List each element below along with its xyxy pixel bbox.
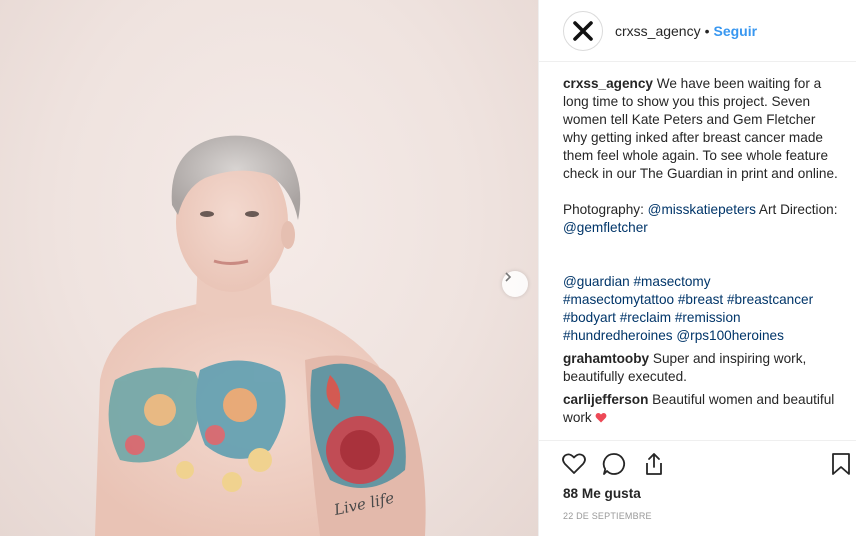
comments-list[interactable]: crxss_agency We have been waiting for a … bbox=[539, 63, 856, 440]
hashtag-link[interactable]: #masectomytattoo bbox=[563, 292, 674, 307]
mention-link[interactable]: @misskatiepeters bbox=[648, 202, 756, 217]
likes-count[interactable]: 88 Me gusta bbox=[563, 486, 641, 501]
like-button[interactable] bbox=[561, 451, 587, 477]
hashtag-link[interactable]: #breast bbox=[678, 292, 723, 307]
separator-dot: • bbox=[704, 22, 710, 39]
next-image-button[interactable] bbox=[502, 271, 528, 297]
comment-item: grahamtooby Super and inspiring work, be… bbox=[563, 350, 841, 386]
header-username[interactable]: crxss_agency bbox=[615, 23, 701, 39]
x-logo-icon bbox=[573, 20, 593, 41]
follow-button[interactable]: Seguir bbox=[714, 23, 758, 39]
photo-illustration: Live life bbox=[95, 135, 426, 536]
caption-username[interactable]: crxss_agency bbox=[563, 76, 653, 91]
post-date[interactable]: 22 de septiembre bbox=[563, 511, 652, 521]
post-actions: 88 Me gusta 22 de septiembre bbox=[539, 440, 856, 536]
hashtag-link[interactable]: @rps100heroines bbox=[676, 328, 784, 343]
post-photo: Live life bbox=[0, 0, 538, 536]
save-button[interactable] bbox=[829, 451, 855, 477]
comment-bubble-icon bbox=[602, 453, 626, 475]
mention-link[interactable]: @gemfletcher bbox=[563, 220, 648, 235]
heart-emoji-icon bbox=[596, 412, 607, 423]
hashtag-link[interactable]: @guardian bbox=[563, 274, 630, 289]
hashtag-link[interactable]: #masectomy bbox=[634, 274, 711, 289]
post-header: crxss_agency • Seguir bbox=[539, 0, 856, 62]
hashtag-link[interactable]: #hundredheroines bbox=[563, 328, 673, 343]
hashtag-link[interactable]: #breastcancer bbox=[727, 292, 813, 307]
comment-username[interactable]: grahamtooby bbox=[563, 351, 649, 366]
post-sidebar: crxss_agency • Seguir crxss_agency We ha… bbox=[538, 0, 856, 536]
hashtag-link[interactable]: #reclaim bbox=[620, 310, 671, 325]
heart-icon bbox=[562, 453, 586, 474]
chevron-right-icon bbox=[505, 272, 512, 282]
comment-item: carlijefferson Beautiful women and beaut… bbox=[563, 391, 841, 427]
caption: crxss_agency We have been waiting for a … bbox=[563, 75, 841, 345]
credits-prefix: Photography: bbox=[563, 202, 648, 217]
hashtag-list: @guardian #masectomy #masectomytattoo #b… bbox=[563, 273, 841, 345]
share-button[interactable] bbox=[641, 451, 667, 477]
hashtag-link[interactable]: #bodyart bbox=[563, 310, 616, 325]
credits-middle: Art Direction: bbox=[755, 202, 838, 217]
caption-text: We have been waiting for a long time to … bbox=[563, 76, 838, 181]
hashtag-link[interactable]: #remission bbox=[675, 310, 741, 325]
bookmark-icon bbox=[832, 453, 850, 475]
comment-button[interactable] bbox=[601, 451, 627, 477]
share-icon bbox=[646, 453, 662, 475]
avatar[interactable] bbox=[563, 10, 603, 51]
comment-username[interactable]: carlijefferson bbox=[563, 392, 648, 407]
